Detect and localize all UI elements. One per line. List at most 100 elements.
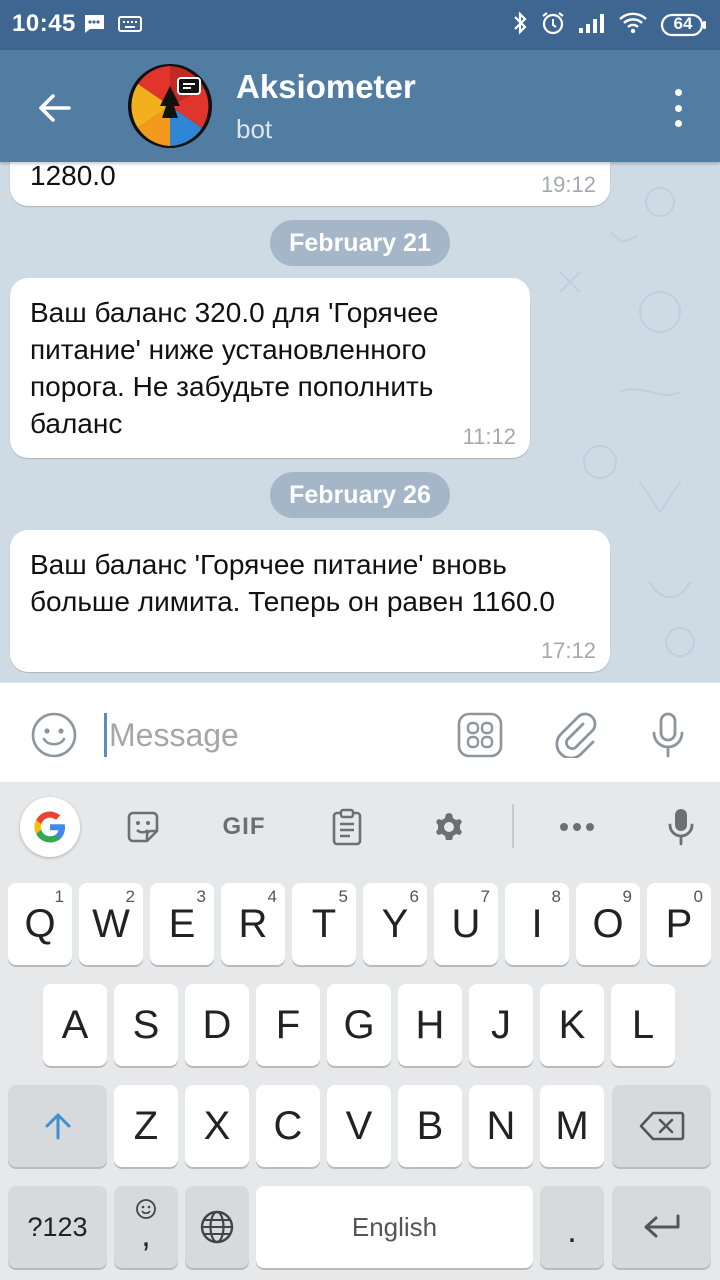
key-label: M bbox=[555, 1103, 589, 1148]
voice-typing-button[interactable] bbox=[656, 797, 706, 857]
key-label: X bbox=[203, 1103, 231, 1148]
more-options-button[interactable] bbox=[552, 797, 602, 857]
key-hint: 5 bbox=[338, 887, 348, 906]
status-time: 10:45 bbox=[12, 10, 76, 37]
key-label: I bbox=[531, 901, 543, 946]
gif-button[interactable]: GIF bbox=[214, 797, 274, 857]
key-label: D bbox=[202, 1002, 232, 1047]
space-key[interactable]: English bbox=[256, 1186, 533, 1268]
enter-key[interactable] bbox=[612, 1186, 711, 1268]
message-text: Ваш баланс 'Горячее питание' вновь больш… bbox=[30, 549, 555, 617]
bluetooth-icon bbox=[512, 10, 528, 41]
back-arrow-icon bbox=[39, 94, 71, 122]
key-b[interactable]: B bbox=[398, 1085, 462, 1167]
key-c[interactable]: C bbox=[256, 1085, 320, 1167]
sticker-icon bbox=[127, 811, 159, 843]
key-x[interactable]: X bbox=[185, 1085, 249, 1167]
key-d[interactable]: D bbox=[185, 984, 249, 1066]
microphone-icon bbox=[668, 809, 694, 846]
chat-header: Aksiometer bot bbox=[0, 50, 720, 162]
key-l[interactable]: L bbox=[611, 984, 675, 1066]
shift-key[interactable] bbox=[8, 1085, 107, 1167]
back-button[interactable] bbox=[30, 84, 78, 132]
backspace-key[interactable] bbox=[612, 1085, 711, 1167]
key-hint: 7 bbox=[480, 887, 490, 906]
shift-arrow-icon bbox=[45, 1113, 70, 1140]
keyboard-settings-button[interactable] bbox=[424, 797, 474, 857]
key-e[interactable]: E3 bbox=[150, 883, 214, 965]
key-label: C bbox=[273, 1103, 303, 1148]
key-g[interactable]: G bbox=[327, 984, 391, 1066]
period-key[interactable]: . bbox=[540, 1186, 604, 1268]
gear-icon bbox=[436, 813, 462, 840]
chat-subtitle: bot bbox=[236, 114, 273, 144]
emoji-button[interactable] bbox=[30, 711, 78, 759]
globe-icon bbox=[200, 1210, 234, 1244]
key-n[interactable]: N bbox=[469, 1085, 533, 1167]
key-m[interactable]: M bbox=[540, 1085, 604, 1167]
key-label: O bbox=[592, 901, 624, 946]
symbols-key[interactable]: ?123 bbox=[8, 1186, 107, 1268]
key-v[interactable]: V bbox=[327, 1085, 391, 1167]
dot bbox=[674, 120, 682, 127]
key-w[interactable]: W2 bbox=[79, 883, 143, 965]
message-time: 17:12 bbox=[540, 638, 596, 663]
key-hint: 9 bbox=[622, 887, 632, 906]
key-s[interactable]: S bbox=[114, 984, 178, 1066]
key-hint: 6 bbox=[409, 887, 419, 906]
key-u[interactable]: U7 bbox=[434, 883, 498, 965]
bot-commands-button[interactable] bbox=[456, 711, 504, 759]
key-hint: 8 bbox=[551, 887, 561, 906]
message-bubble[interactable]: Ваш баланс 320.0 для 'Горячее питание' н… bbox=[10, 278, 530, 458]
key-label: H bbox=[415, 1002, 445, 1047]
key-i[interactable]: I8 bbox=[505, 883, 569, 965]
key-hint: 3 bbox=[196, 887, 206, 906]
key-h[interactable]: H bbox=[398, 984, 462, 1066]
sticker-button[interactable] bbox=[118, 797, 168, 857]
key-label: T bbox=[311, 901, 337, 946]
language-key[interactable] bbox=[185, 1186, 249, 1268]
dot bbox=[674, 89, 682, 96]
key-j[interactable]: J bbox=[469, 984, 533, 1066]
paperclip-icon bbox=[555, 712, 597, 758]
message-time: 19:12 bbox=[540, 172, 596, 197]
key-q[interactable]: Q1 bbox=[8, 883, 72, 965]
toolbar-divider bbox=[512, 804, 514, 848]
message-list[interactable]: 1280.0 19:12 February 21 Ваш баланс 320.… bbox=[0, 162, 720, 682]
key-label: E bbox=[168, 901, 196, 946]
key-y[interactable]: Y6 bbox=[363, 883, 427, 965]
key-a[interactable]: A bbox=[43, 984, 107, 1066]
google-search-button[interactable] bbox=[20, 797, 80, 857]
backspace-icon bbox=[639, 1111, 684, 1141]
key-t[interactable]: T5 bbox=[292, 883, 356, 965]
soft-keyboard: GIF ?123 , English . Q 1 W 2 E 3 R 4 T 5… bbox=[0, 782, 720, 1280]
key-z[interactable]: Z bbox=[114, 1085, 178, 1167]
message-bubble[interactable]: 1280.0 19:12 bbox=[10, 162, 610, 206]
key-o[interactable]: O9 bbox=[576, 883, 640, 965]
message-text: Ваш баланс 320.0 для 'Горячее питание' н… bbox=[30, 297, 439, 439]
comma-label: , bbox=[141, 1216, 151, 1254]
key-r[interactable]: R4 bbox=[221, 883, 285, 965]
clipboard-icon bbox=[332, 808, 362, 846]
more-menu-button[interactable] bbox=[666, 86, 690, 130]
key-label: Y bbox=[381, 901, 409, 946]
key-f[interactable]: F bbox=[256, 984, 320, 1066]
key-p[interactable]: P0 bbox=[647, 883, 711, 965]
clipboard-button[interactable] bbox=[322, 797, 372, 857]
key-label: S bbox=[132, 1002, 160, 1047]
message-input[interactable] bbox=[104, 713, 434, 757]
key-label: K bbox=[558, 1002, 586, 1047]
chat-title[interactable]: Aksiometer bbox=[236, 68, 416, 106]
key-label: R bbox=[238, 901, 268, 946]
wifi-icon bbox=[618, 11, 648, 40]
bot-avatar[interactable] bbox=[128, 64, 212, 148]
status-bar: 10:45 64 bbox=[0, 0, 720, 50]
alarm-icon bbox=[540, 10, 566, 41]
key-label: Z bbox=[133, 1103, 159, 1148]
comma-key[interactable]: , bbox=[114, 1186, 178, 1268]
voice-message-button[interactable] bbox=[644, 711, 692, 759]
message-bubble[interactable]: Ваш баланс 'Горячее питание' вновь больш… bbox=[10, 530, 610, 672]
attach-button[interactable] bbox=[552, 711, 600, 759]
key-label: V bbox=[345, 1103, 373, 1148]
key-k[interactable]: K bbox=[540, 984, 604, 1066]
